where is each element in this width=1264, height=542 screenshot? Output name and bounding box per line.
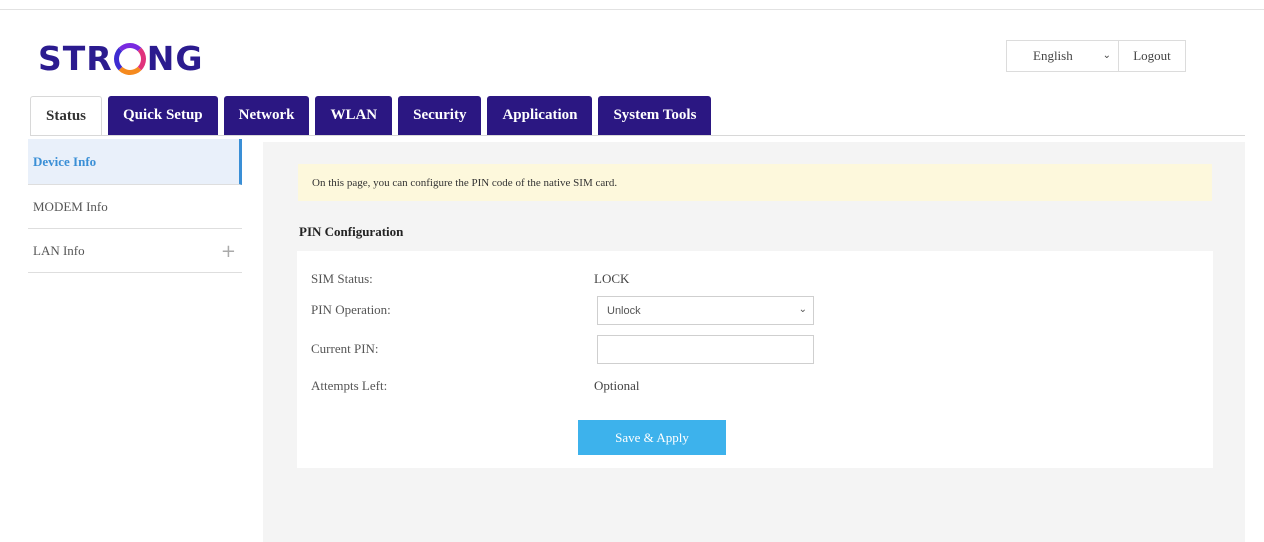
main-panel: On this page, you can configure the PIN … — [263, 142, 1245, 542]
tab-status[interactable]: Status — [30, 96, 103, 136]
logo-text-start: STR — [38, 38, 113, 78]
sidebar-item-label: Device Info — [33, 153, 97, 169]
sidebar-item-modem-info[interactable]: MODEM Info — [28, 185, 242, 229]
current-pin-label: Current PIN: — [311, 341, 379, 356]
tab-wlan[interactable]: WLAN — [315, 96, 393, 135]
main-tabs: Status Quick Setup Network WLAN Security… — [30, 96, 717, 136]
sidebar-item-device-info[interactable]: Device Info — [28, 139, 242, 185]
tab-security[interactable]: Security — [398, 96, 482, 135]
logout-button[interactable]: Logout — [1118, 40, 1186, 72]
pin-config-card: SIM Status: LOCK PIN Operation: Unlock ⌄… — [297, 251, 1213, 468]
tab-application[interactable]: Application — [487, 96, 593, 135]
plus-icon[interactable]: + — [221, 241, 236, 262]
sidebar-item-label: LAN Info — [33, 242, 85, 258]
tab-network[interactable]: Network — [223, 96, 310, 135]
save-apply-button[interactable]: Save & Apply — [578, 420, 726, 455]
pin-operation-label: PIN Operation: — [311, 302, 391, 317]
chevron-down-icon: ⌄ — [1102, 50, 1111, 61]
sim-status-value: LOCK — [594, 271, 630, 286]
sidebar: Device Info MODEM Info LAN Info + — [28, 139, 242, 273]
pin-operation-value: Unlock — [607, 304, 641, 317]
logo-ring-icon — [113, 43, 146, 75]
language-select-value: English — [1033, 48, 1073, 63]
section-title: PIN Configuration — [299, 224, 404, 239]
language-select[interactable]: English ⌄ — [1006, 40, 1120, 72]
current-pin-input[interactable] — [597, 335, 814, 364]
attempts-left-label: Attempts Left: — [311, 378, 388, 393]
sim-status-label: SIM Status: — [311, 271, 373, 286]
sidebar-item-label: MODEM Info — [33, 198, 108, 214]
info-notice: On this page, you can configure the PIN … — [298, 164, 1212, 201]
tab-system-tools[interactable]: System Tools — [598, 96, 712, 135]
logo-text-end: NG — [146, 38, 204, 78]
attempts-left-value: Optional — [594, 378, 640, 393]
chevron-down-icon: ⌄ — [798, 304, 807, 315]
tab-quick-setup[interactable]: Quick Setup — [108, 96, 218, 135]
strong-logo: STR NG — [38, 38, 203, 78]
sidebar-item-lan-info[interactable]: LAN Info + — [28, 229, 242, 273]
tab-divider — [30, 135, 1245, 136]
top-divider — [0, 9, 1264, 10]
pin-operation-select[interactable]: Unlock ⌄ — [597, 296, 814, 325]
